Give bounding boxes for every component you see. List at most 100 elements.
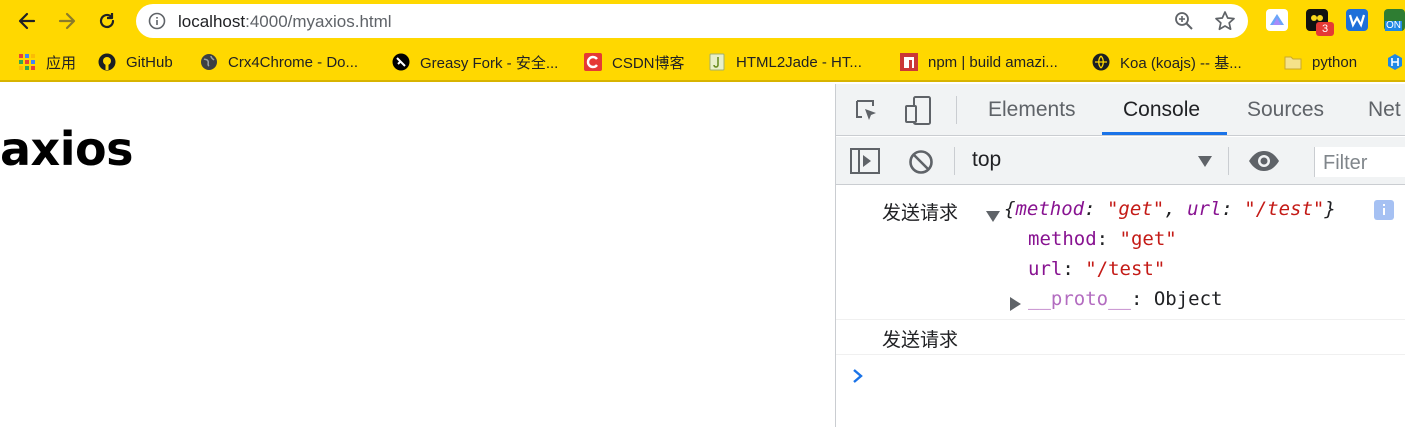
property-key: __proto__	[1028, 288, 1131, 310]
preview-key: method	[1015, 198, 1085, 220]
context-dropdown-icon[interactable]	[1198, 155, 1212, 173]
filter-placeholder: Filter	[1323, 152, 1368, 174]
expanded-arrow-icon[interactable]	[986, 205, 1000, 227]
extension-badge: 3	[1316, 22, 1334, 36]
message-divider	[836, 319, 1405, 320]
globe-icon	[200, 53, 218, 71]
console-toolbar: top Filter	[836, 137, 1405, 185]
extension-on-icon[interactable]: ON	[1384, 9, 1405, 31]
separator	[1228, 147, 1229, 175]
extension-w-icon[interactable]	[1346, 9, 1368, 31]
bookmark-npm[interactable]: npm | build amazi...	[900, 52, 1058, 72]
bookmark-csdn[interactable]: CSDN博客	[584, 52, 685, 72]
bookmark-overflow[interactable]	[1386, 52, 1405, 72]
active-tab-indicator	[1102, 132, 1227, 135]
apps-grid-icon	[18, 53, 36, 71]
bookmark-label: python	[1312, 53, 1358, 71]
page-content: axios	[0, 84, 835, 427]
separator	[956, 96, 957, 124]
bookmark-greasyfork[interactable]: Greasy Fork - 安全...	[392, 52, 558, 72]
page-heading: axios	[0, 122, 133, 176]
bookmark-label: HTML2Jade - HT...	[736, 53, 862, 71]
console-filter-input[interactable]: Filter	[1314, 147, 1405, 177]
context-selector[interactable]: top	[972, 148, 1001, 172]
back-button[interactable]	[14, 8, 40, 34]
bookmark-label: GitHub	[126, 53, 173, 71]
preview-value: "get"	[1106, 198, 1165, 220]
forward-button[interactable]	[54, 8, 80, 34]
bookmark-crx4chrome[interactable]: Crx4Chrome - Do...	[200, 52, 358, 72]
extension-on-label: ON	[1385, 20, 1402, 31]
property-value: "/test"	[1085, 258, 1166, 280]
property-colon: :	[1130, 288, 1154, 310]
html2jade-icon	[708, 53, 726, 71]
h-extension-icon	[1386, 53, 1404, 71]
bookmark-folder-python[interactable]: python	[1284, 52, 1357, 72]
bookmark-label: Greasy Fork - 安全...	[420, 54, 559, 72]
object-proto-row[interactable]: __proto__: Object	[836, 288, 1405, 318]
live-expression-eye-icon[interactable]	[1248, 150, 1280, 177]
object-property: url: "/test"	[836, 258, 1405, 288]
koa-icon	[1092, 53, 1110, 71]
device-toolbar-icon[interactable]	[904, 96, 932, 131]
show-sidebar-icon[interactable]	[850, 148, 880, 179]
bookmark-label: npm | build amazi...	[928, 53, 1058, 71]
bookmark-label: Koa (koajs) -- 基...	[1120, 54, 1242, 72]
bookmark-label: CSDN博客	[612, 54, 685, 72]
tab-elements[interactable]: Elements	[988, 98, 1076, 122]
site-info-icon[interactable]	[148, 12, 166, 35]
info-icon[interactable]	[1374, 200, 1394, 220]
property-key: method	[1028, 228, 1097, 250]
devtools-tabbar: Elements Console Sources Net	[836, 84, 1405, 136]
folder-icon	[1284, 53, 1302, 71]
bookmark-label: 应用	[46, 54, 77, 72]
bookmark-star-icon[interactable]	[1214, 10, 1236, 37]
bookmarks-bar: 应用 GitHub Crx4Chrome - Do... Greasy Fork…	[0, 42, 1405, 82]
back-arrow-icon	[18, 12, 36, 30]
url-host: localhost	[178, 12, 246, 31]
devtools-panel: Elements Console Sources Net top Filter …	[835, 84, 1405, 427]
preview-colon: :	[1084, 198, 1107, 220]
console-message: 发送请求	[836, 325, 1405, 355]
browser-toolbar: localhost:4000/myaxios.html 3 ON	[0, 0, 1405, 42]
property-colon: :	[1062, 258, 1086, 280]
greasyfork-icon	[392, 53, 410, 71]
npm-icon	[900, 53, 918, 71]
inspect-element-icon[interactable]	[854, 98, 880, 129]
github-icon	[98, 53, 116, 71]
console-output: 发送请求 {method: "get", url: "/test"} metho…	[836, 186, 1405, 427]
tab-network[interactable]: Net	[1368, 98, 1401, 122]
tab-console[interactable]: Console	[1123, 98, 1200, 122]
bookmark-apps[interactable]: 应用	[18, 52, 76, 72]
url-path: :4000/myaxios.html	[245, 12, 392, 31]
preview-colon: :	[1221, 198, 1245, 220]
console-message: 发送请求 {method: "get", url: "/test"}	[836, 198, 1405, 228]
tab-sources[interactable]: Sources	[1247, 98, 1324, 122]
reload-button[interactable]	[94, 8, 120, 34]
message-divider	[836, 354, 1405, 355]
object-preview[interactable]: {method: "get", url: "/test"}	[1004, 198, 1336, 220]
preview-comma: ,	[1164, 198, 1188, 220]
csdn-icon	[584, 53, 602, 71]
zoom-icon[interactable]	[1174, 11, 1194, 36]
brace-open: {	[1004, 198, 1016, 220]
bookmark-koa[interactable]: Koa (koajs) -- 基...	[1092, 52, 1242, 72]
forward-arrow-icon	[58, 12, 76, 30]
property-value: "get"	[1119, 228, 1177, 250]
log-text: 发送请求	[882, 329, 959, 351]
extension-bird-icon[interactable]	[1266, 9, 1288, 31]
brace-close: }	[1324, 198, 1336, 220]
collapsed-arrow-icon[interactable]	[1010, 294, 1021, 316]
clear-console-icon[interactable]	[908, 149, 934, 180]
console-prompt[interactable]	[836, 362, 1405, 392]
address-bar[interactable]: localhost:4000/myaxios.html	[136, 4, 1248, 38]
property-value: Object	[1153, 288, 1223, 310]
separator	[954, 147, 955, 175]
property-key: url	[1028, 258, 1063, 280]
object-property: method: "get"	[836, 228, 1405, 258]
bookmark-github[interactable]: GitHub	[98, 52, 173, 72]
bookmark-html2jade[interactable]: HTML2Jade - HT...	[708, 52, 862, 72]
reload-icon	[99, 13, 115, 29]
preview-key: url	[1187, 198, 1222, 220]
prompt-chevron-icon	[852, 367, 864, 389]
